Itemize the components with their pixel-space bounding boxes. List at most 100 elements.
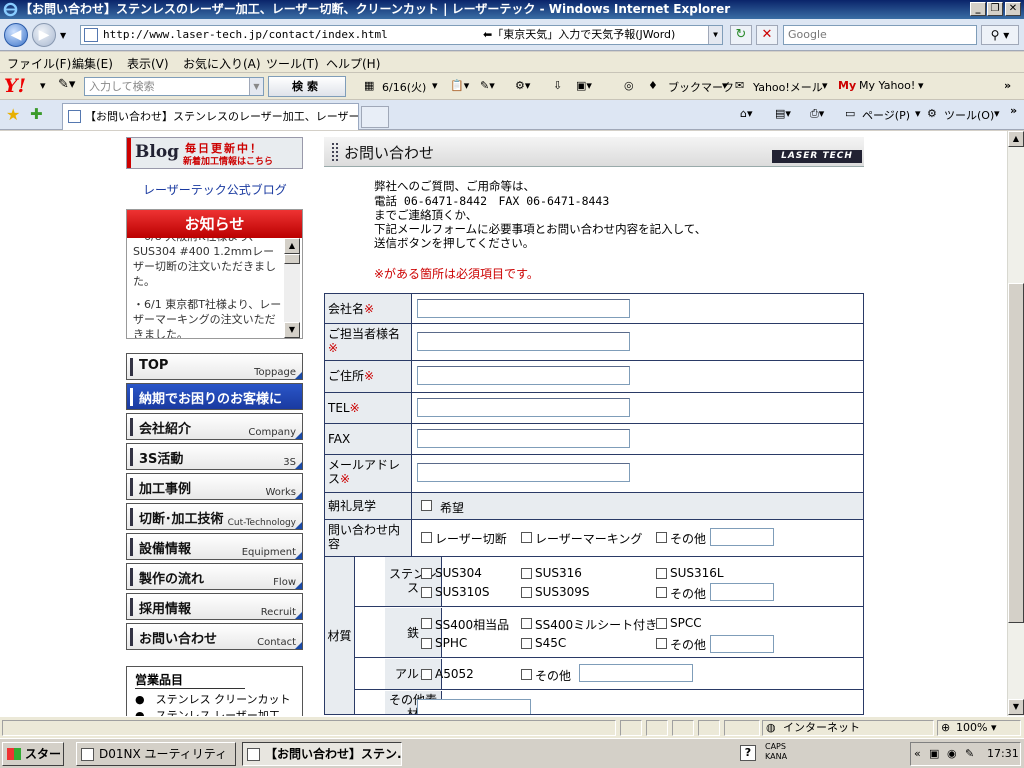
news-scroll-up-icon[interactable]: ▲ [284, 238, 300, 254]
nav-flow[interactable]: 製作の流れ Flow [126, 563, 303, 590]
start-button[interactable]: スタート [2, 742, 64, 766]
menu-favorites[interactable]: お気に入り(A) [183, 55, 261, 72]
page-scrollbar[interactable]: ▲ ▼ [1007, 131, 1024, 716]
refresh-button[interactable]: ↻ [730, 25, 752, 45]
other-material-input[interactable] [417, 699, 531, 714]
stop-button[interactable]: ✕ [756, 25, 778, 45]
feeds-icon[interactable]: ▤▾ [775, 107, 791, 120]
date-button[interactable]: 6/16(火) [382, 79, 426, 95]
favorites-star-icon[interactable]: ★ [6, 105, 20, 124]
news-scroll-down-icon[interactable]: ▼ [284, 322, 300, 338]
address-input[interactable] [417, 366, 630, 385]
news-scrollbar[interactable]: ▲ ▼ [284, 238, 300, 338]
menu-file[interactable]: ファイル(F) [7, 55, 71, 72]
yahoo-search-dropdown-icon[interactable]: ▼ [249, 78, 263, 95]
stainless-other-checkbox[interactable] [656, 587, 667, 598]
blog-banner[interactable]: Blog 毎日更新中！ 新着加工情報はこちら [126, 137, 303, 169]
scroll-thumb[interactable] [1008, 283, 1024, 623]
nav-equipment[interactable]: 設備情報 Equipment [126, 533, 303, 560]
new-tab-button[interactable] [361, 106, 389, 128]
inquiry-other-checkbox[interactable] [656, 532, 667, 543]
inquiry-laser-cut-checkbox[interactable] [421, 532, 432, 543]
sus304-checkbox[interactable] [421, 568, 432, 579]
search-button[interactable]: ⚲ ▾ [981, 25, 1019, 45]
network-icon[interactable]: ▣ [929, 743, 939, 765]
ss400-millsheet-checkbox[interactable] [521, 618, 532, 629]
company-input[interactable] [417, 299, 630, 318]
myyahoo-dropdown-icon[interactable]: ▾ [918, 79, 924, 92]
date-dropdown-icon[interactable]: ▾ [432, 79, 438, 92]
ime-status[interactable]: CAPS KANA [765, 742, 787, 762]
iron-other-input[interactable] [710, 635, 774, 653]
sphc-checkbox[interactable] [421, 638, 432, 649]
forward-button[interactable]: ▶ [32, 23, 56, 47]
products-item[interactable]: ● ステンレス レーザー加工 [135, 707, 280, 716]
person-input[interactable] [417, 332, 630, 351]
page-menu-dropdown-icon[interactable]: ▾ [915, 107, 921, 120]
ss400-checkbox[interactable] [421, 618, 432, 629]
mail-dropdown-icon[interactable]: ▾ [822, 79, 828, 92]
products-item[interactable]: ● ステンレス クリーンカット [135, 691, 291, 707]
email-input[interactable] [417, 463, 630, 482]
inquiry-marking-checkbox[interactable] [521, 532, 532, 543]
tel-input[interactable] [417, 398, 630, 417]
blog-link[interactable]: レーザーテック公式ブログ [143, 181, 287, 198]
home-icon[interactable]: ⌂▾ [740, 107, 753, 120]
visit-checkbox[interactable] [421, 500, 432, 511]
page-tools-icon[interactable]: ▣▾ [576, 79, 592, 92]
sus309s-checkbox[interactable] [521, 587, 532, 598]
yahoo-search-input[interactable]: 入力して検索 ▼ [84, 77, 264, 96]
sus316-checkbox[interactable] [521, 568, 532, 579]
tray-app-icon[interactable]: ✎ [965, 743, 974, 765]
nav-contact[interactable]: お問い合わせ Contact [126, 623, 303, 650]
yahoo-logo[interactable]: Y! [4, 75, 26, 97]
nav-cut-technology[interactable]: 切断･加工技術 Cut-Technology [126, 503, 303, 530]
close-button[interactable]: ✕ [1005, 2, 1021, 16]
taskbar-ie[interactable]: 【お問い合わせ】ステン... [242, 742, 402, 766]
menu-tools[interactable]: ツール(T) [266, 55, 319, 72]
history-dropdown-icon[interactable]: ▼ [60, 31, 66, 40]
s45c-checkbox[interactable] [521, 638, 532, 649]
sus310s-checkbox[interactable] [421, 587, 432, 598]
antivirus-icon[interactable]: ◉ [947, 743, 957, 765]
print-icon[interactable]: ⎙▾ [810, 107, 824, 121]
menu-help[interactable]: ヘルプ(H) [326, 55, 380, 72]
nav-works[interactable]: 加工事例 Works [126, 473, 303, 500]
nav-3s[interactable]: 3S活動 3S [126, 443, 303, 470]
address-dropdown-icon[interactable]: ▼ [708, 26, 722, 44]
yahoo-menu-dropdown-icon[interactable]: ▾ [40, 79, 46, 92]
nav-urgent[interactable]: 納期でお困りのお客様に [126, 383, 303, 410]
clock[interactable]: 17:31 [987, 743, 1019, 765]
tab-active[interactable]: 【お問い合わせ】ステンレスのレーザー加工、レーザー切... [62, 103, 359, 130]
inquiry-other-input[interactable] [710, 528, 774, 546]
tools-menu-dropdown-icon[interactable]: ▾ [994, 107, 1000, 120]
add-favorites-icon[interactable]: ✚ [30, 105, 43, 123]
toolbar-overflow-icon[interactable]: » [1004, 79, 1011, 92]
myyahoo-button[interactable]: My Yahoo! [859, 79, 915, 92]
nav-company[interactable]: 会社紹介 Company [126, 413, 303, 440]
page-menu[interactable]: ページ(P) [862, 107, 910, 123]
bookmark-dropdown-icon[interactable]: ▾ [722, 79, 728, 92]
google-search-input[interactable]: Google [783, 25, 977, 45]
scroll-up-icon[interactable]: ▲ [1008, 131, 1024, 147]
spcc-checkbox[interactable] [656, 618, 667, 629]
menu-edit[interactable]: 編集(E) [72, 55, 113, 72]
clipboard-icon[interactable]: 📋▾ [450, 79, 469, 92]
minimize-button[interactable]: _ [970, 2, 986, 16]
back-button[interactable]: ◀ [4, 23, 28, 47]
zoom-dropdown-icon[interactable]: ▾ [991, 721, 997, 734]
a5052-checkbox[interactable] [421, 669, 432, 680]
sus316l-checkbox[interactable] [656, 568, 667, 579]
aluminum-other-checkbox[interactable] [521, 669, 532, 680]
security-zone[interactable]: ◍ インターネット [762, 720, 934, 736]
iron-other-checkbox[interactable] [656, 638, 667, 649]
download-icon[interactable]: ⇩ [553, 79, 562, 92]
globe-icon[interactable]: ◎ [624, 79, 634, 92]
zoom-control[interactable]: ⊕ 100% ▾ [937, 720, 1021, 736]
tab-overflow-icon[interactable]: » [1010, 104, 1017, 117]
tools-icon[interactable]: ⚙▾ [515, 79, 530, 92]
nav-recruit[interactable]: 採用情報 Recruit [126, 593, 303, 620]
taskbar-utility[interactable]: D01NX ユーティリティ [76, 742, 236, 766]
address-field[interactable]: http://www.laser-tech.jp/contact/index.h… [80, 25, 723, 45]
nav-top[interactable]: TOP Toppage [126, 353, 303, 380]
